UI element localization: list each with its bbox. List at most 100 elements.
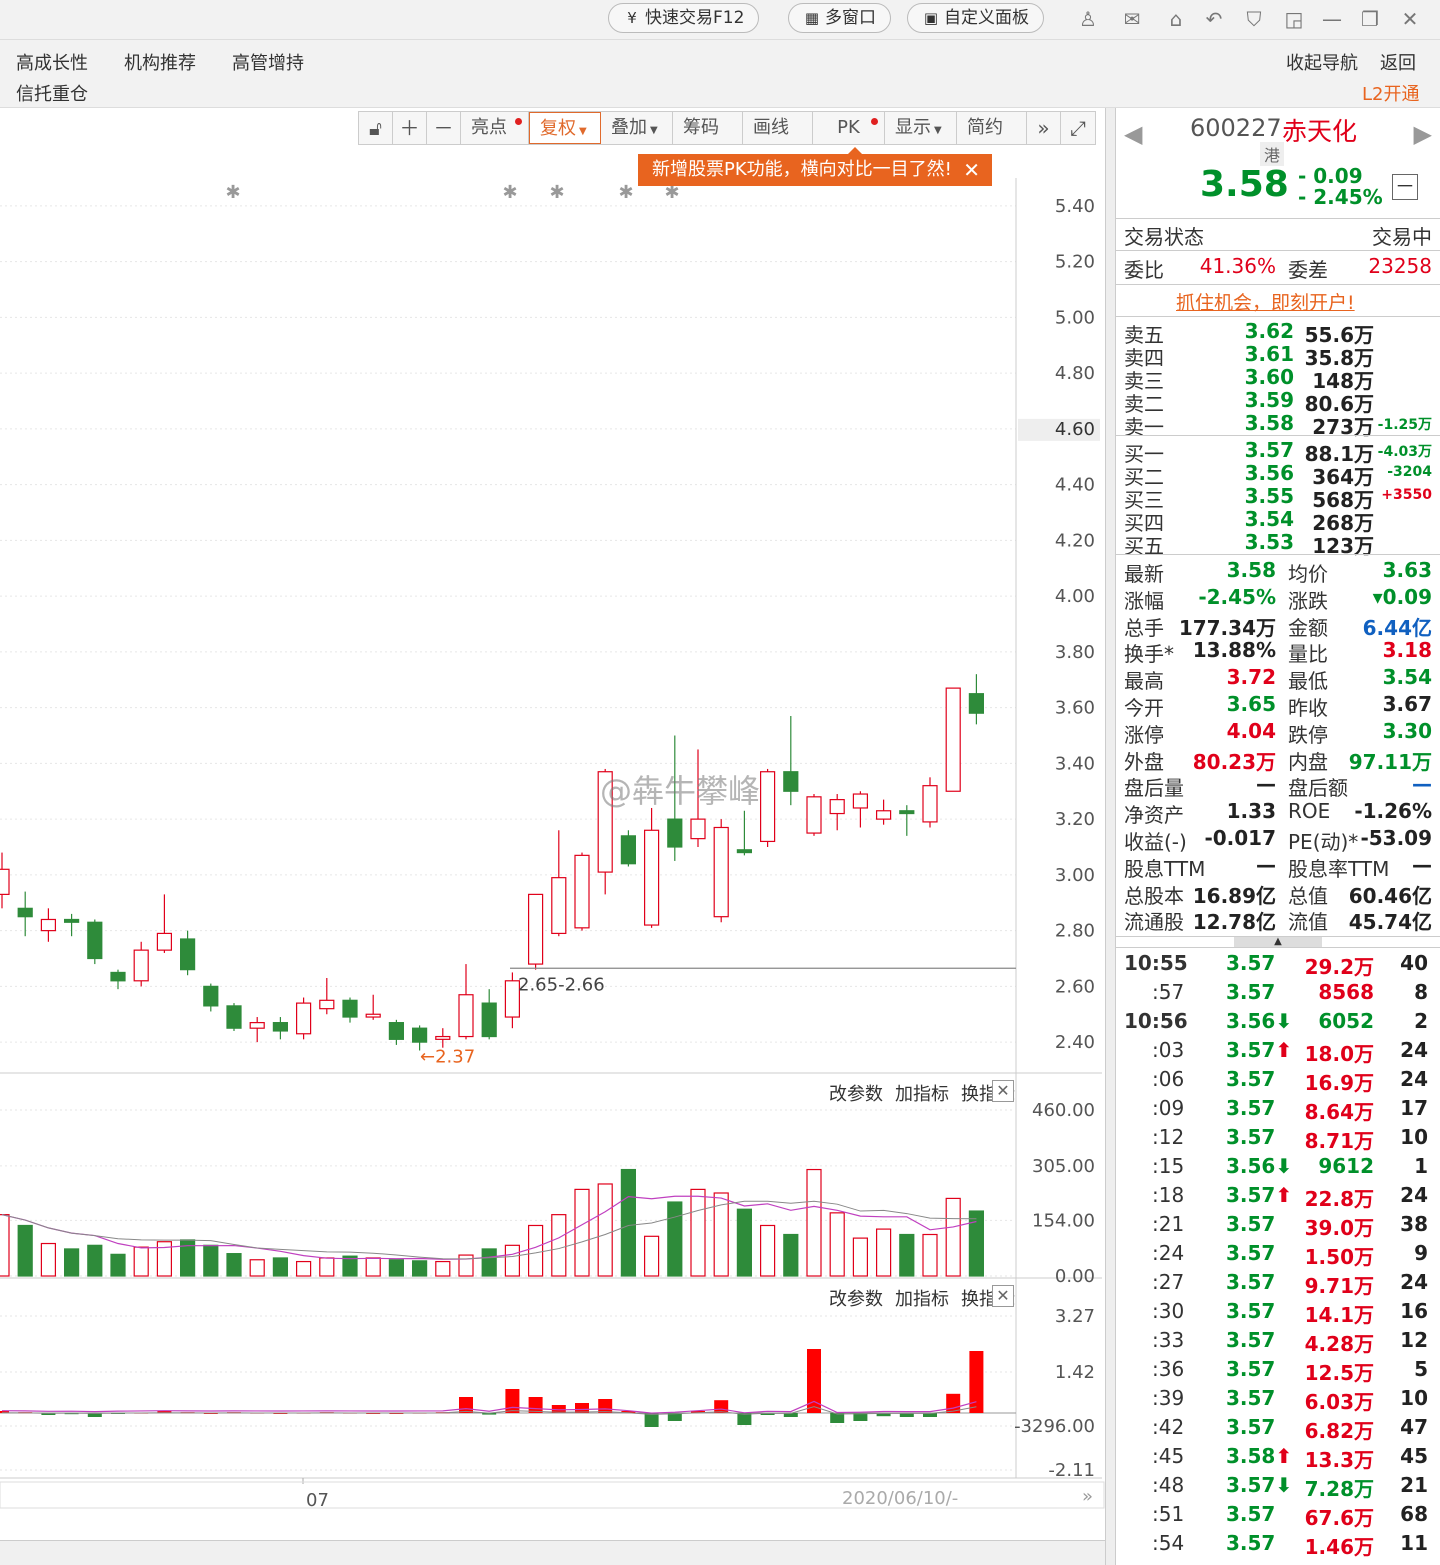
- nav-item-growth[interactable]: 高成长性: [16, 49, 88, 75]
- tick-time: :39: [1152, 1386, 1185, 1410]
- mail-icon[interactable]: ✉: [1118, 6, 1146, 32]
- hk-tag[interactable]: 港: [1260, 142, 1285, 166]
- stat-label: 金额: [1288, 615, 1328, 640]
- prev-stock-icon[interactable]: ◀: [1124, 120, 1142, 148]
- tick-price: 3.56: [1226, 1009, 1276, 1033]
- low-annotation: ←2.37: [420, 1046, 475, 1067]
- volume-tick-label: 460.00: [1032, 1100, 1095, 1121]
- add-indicator-button[interactable]: 加指标: [895, 1289, 949, 1310]
- buy-level-row[interactable]: 买五 3.53 123万: [1116, 530, 1440, 558]
- arrow-down-icon: ⬇: [1275, 1009, 1293, 1033]
- tick-time: :06: [1152, 1067, 1185, 1091]
- back-button[interactable]: 返回: [1380, 49, 1416, 75]
- undo-icon[interactable]: ↶: [1200, 6, 1228, 32]
- candle-up: [922, 785, 938, 823]
- caret-down-icon: ▼: [650, 125, 658, 136]
- nav-item-institution[interactable]: 机构推荐: [124, 49, 196, 75]
- pk-button[interactable]: PK: [813, 112, 885, 144]
- new-dot: [515, 118, 522, 125]
- volume-bar: [481, 1248, 497, 1277]
- close-icon[interactable]: ✕: [992, 1080, 1014, 1102]
- sell-level-row[interactable]: 卖一 3.58 273万 -1.25万: [1116, 411, 1440, 439]
- lock-icon[interactable]: 🔓︎: [359, 112, 393, 144]
- sell-level-row[interactable]: 卖四 3.61 35.8万: [1116, 342, 1440, 370]
- sell-level-row[interactable]: 卖五 3.62 55.6万: [1116, 319, 1440, 347]
- display-button[interactable]: 显示 ▼: [885, 112, 957, 144]
- next-stock-icon[interactable]: ▶: [1414, 120, 1432, 148]
- tick-price: 3.57: [1226, 951, 1276, 975]
- volume-bar: [365, 1257, 381, 1277]
- quick-trade-button[interactable]: ¥ 快速交易F12: [608, 3, 760, 33]
- add-indicator-button[interactable]: 加指标: [895, 1084, 949, 1105]
- custom-panel-button[interactable]: ▣ 自定义面板: [907, 3, 1044, 33]
- layout-icon[interactable]: ◲: [1280, 6, 1308, 32]
- stat-value: 3.54: [1382, 665, 1432, 690]
- collapse-nav-button[interactable]: 收起导航: [1286, 49, 1358, 75]
- stat-label: 涨停: [1124, 722, 1164, 747]
- shirt-icon[interactable]: ⛉: [1240, 6, 1268, 32]
- stat-value: 1.33: [1226, 799, 1276, 824]
- macd-bar: [505, 1389, 520, 1413]
- user-icon[interactable]: ♙: [1074, 6, 1102, 32]
- buy-level-row[interactable]: 买一 3.57 88.1万 -4.03万: [1116, 438, 1440, 466]
- sell-level-row[interactable]: 卖三 3.60 148万: [1116, 365, 1440, 393]
- buy-level-row[interactable]: 买二 3.56 364万 -3204: [1116, 461, 1440, 489]
- kline-chart[interactable]: 5.40 5.20 5.00 4.80 4.60 4.40 4.20 4.00 3.80 3.60…: [0, 108, 1105, 1540]
- tick-volume: 16.9万: [1304, 1071, 1374, 1095]
- zoom-out-icon[interactable]: －: [427, 112, 461, 144]
- volume-bar: [17, 1224, 33, 1277]
- tick-price: 3.57: [1226, 1299, 1276, 1323]
- nav-item-exec-increase[interactable]: 高管增持: [232, 49, 304, 75]
- change-params-button[interactable]: 改参数: [829, 1084, 883, 1105]
- open-account-link[interactable]: 抓住机会，即刻开户!: [1176, 288, 1355, 315]
- close-icon[interactable]: ✕: [1396, 6, 1424, 32]
- nav-item-trust[interactable]: 信托重仓: [16, 80, 88, 106]
- level-price: 3.62: [1244, 319, 1294, 343]
- overlay-button[interactable]: 叠加 ▼: [601, 112, 673, 144]
- tick-time: :36: [1152, 1357, 1185, 1381]
- tick-count: 5: [1414, 1357, 1428, 1381]
- event-star-icon: ✱: [618, 182, 633, 203]
- candle-down: [87, 921, 103, 960]
- bottom-splitter[interactable]: [0, 1540, 1105, 1565]
- stat-label: 流值: [1288, 910, 1328, 935]
- tick-count: 24: [1400, 1067, 1428, 1091]
- stat-label: 净资产: [1124, 803, 1184, 828]
- more-icon[interactable]: »: [1027, 112, 1061, 144]
- volume-tick-label: 154.00: [1032, 1210, 1095, 1231]
- buy-level-row[interactable]: 买三 3.55 568万 +3550: [1116, 484, 1440, 512]
- stat-label: 最新: [1124, 562, 1164, 586]
- close-icon[interactable]: ✕: [963, 154, 980, 186]
- stat-value: 80.23万: [1192, 749, 1276, 774]
- restore-icon[interactable]: ❐: [1356, 6, 1384, 32]
- tick-time: 10:56: [1124, 1009, 1188, 1033]
- volume-bar: [899, 1233, 915, 1277]
- fullscreen-icon[interactable]: ⤢: [1061, 112, 1095, 144]
- candle-up: [0, 868, 10, 895]
- chart-area[interactable]: 5.40 5.20 5.00 4.80 4.60 4.40 4.20 4.00 3.80 3.60…: [0, 108, 1105, 1540]
- candle-up: [690, 818, 706, 840]
- tick-price: 3.57: [1226, 1096, 1276, 1120]
- collapse-icon[interactable]: －: [1392, 174, 1418, 200]
- change-params-button[interactable]: 改参数: [829, 1289, 883, 1310]
- simple-button[interactable]: 简约: [957, 112, 1027, 144]
- l2-open-link[interactable]: L2开通: [1362, 80, 1419, 106]
- arrow-up-icon: ⬆: [1275, 1038, 1293, 1062]
- candle-up: [133, 949, 149, 982]
- volume-bar: [412, 1260, 428, 1277]
- highlight-button[interactable]: 亮点: [461, 112, 529, 144]
- volume-bar: [203, 1244, 219, 1277]
- buy-level-row[interactable]: 买四 3.54 268万: [1116, 507, 1440, 535]
- zoom-in-icon[interactable]: ＋: [393, 112, 427, 144]
- chips-button[interactable]: 筹码: [673, 112, 743, 144]
- draw-button[interactable]: 画线: [743, 112, 813, 144]
- multi-window-button[interactable]: ▦ 多窗口: [788, 3, 891, 33]
- sell-level-row[interactable]: 卖二 3.59 80.6万: [1116, 388, 1440, 416]
- home-icon[interactable]: ⌂: [1162, 6, 1190, 32]
- price-pct: - 2.45%: [1298, 185, 1383, 209]
- panel-splitter[interactable]: [1105, 108, 1116, 1565]
- restore-rights-button[interactable]: 复权 ▼: [529, 112, 601, 144]
- close-icon[interactable]: ✕: [992, 1285, 1014, 1307]
- minimize-icon[interactable]: —: [1318, 6, 1346, 32]
- collapse-stats-icon[interactable]: ▲: [1234, 937, 1322, 947]
